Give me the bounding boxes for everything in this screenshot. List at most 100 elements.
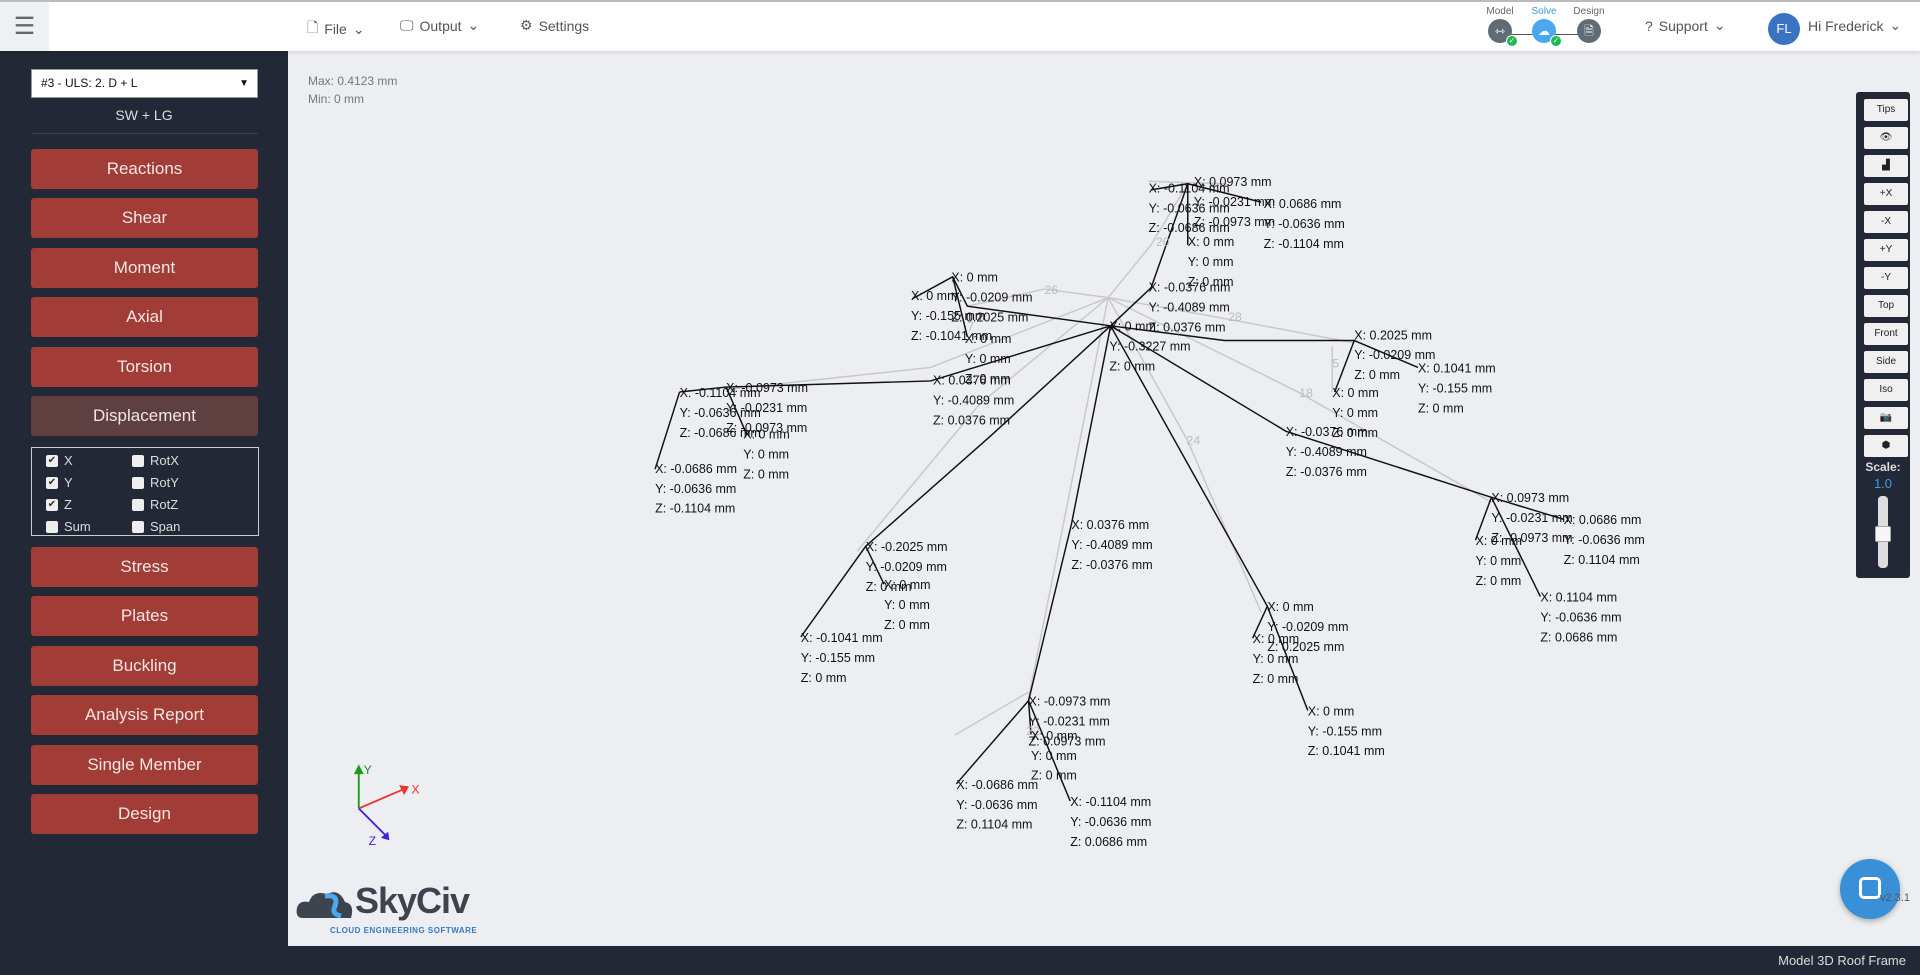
avatar[interactable]: FL (1768, 13, 1800, 45)
area-chart-icon[interactable]: ▟ (1864, 155, 1908, 177)
displacement-label: Y: -0.0209 mm (866, 560, 947, 574)
displacement-label: X: 0 mm (743, 428, 789, 442)
displacement-label: Y: 0 mm (1031, 749, 1077, 763)
displacement-label: Z: 0.0376 mm (933, 414, 1010, 428)
displacement-label: Z: 0.0686 mm (1540, 630, 1617, 644)
displacement-label: Z: 0.0376 mm (1149, 320, 1226, 334)
chevron-down-icon: ⌄ (352, 20, 365, 37)
eye-icon[interactable]: 👁 (1864, 127, 1908, 149)
displacement-label: Y: -0.155 mm (801, 651, 875, 665)
user-greeting: Hi Frederick (1808, 17, 1884, 34)
version-label: v2.3.1 (1880, 892, 1910, 904)
displacement-label: X: 0.0973 mm (1194, 175, 1272, 189)
member-number: 5 (1332, 356, 1339, 370)
displacement-label: Y: 0 mm (1188, 255, 1234, 269)
displacement-label: Z: 0.1041 mm (1308, 744, 1385, 758)
displacement-label: Y: -0.0231 mm (726, 401, 807, 415)
output-label: Output (419, 17, 462, 34)
displacement-label: Z: 0 mm (801, 671, 847, 685)
check-icon: ✓ (1550, 35, 1562, 47)
displacement-label: Z: 0.1104 mm (956, 818, 1032, 832)
x-axis-arrow (358, 789, 402, 810)
displacement-label: X: 0 mm (1476, 534, 1522, 548)
step-label: Design (1573, 6, 1605, 17)
displacement-label: X: 0.0376 mm (933, 374, 1011, 388)
displacement-label: X: 0.2025 mm (1354, 328, 1432, 342)
top-bar: ☰ 🗋 File ⌄ 🖵 Output ⌄ ⚙ Settings Model ⇿ ✓ Solv… (0, 0, 1920, 51)
chevron-down-icon: ⌄ (1889, 17, 1902, 33)
displacement-label: Y: 0 mm (884, 598, 930, 612)
file-menu[interactable]: 🗋 File ⌄ (307, 17, 365, 41)
displacement-label: X: -0.2025 mm (866, 540, 948, 554)
displacement-label: X: 0.1041 mm (1418, 361, 1496, 375)
displacement-label: Y: -0.0636 mm (1540, 610, 1621, 624)
displacement-label: X: -0.0686 mm (655, 462, 737, 476)
displacement-label: Y: 0 mm (965, 352, 1011, 366)
chat-button[interactable] (1840, 859, 1900, 919)
displacement-label: X: 0 mm (1332, 386, 1378, 400)
cube-icon[interactable]: ⬢ (1864, 435, 1908, 457)
displacement-label: X: 0.0376 mm (1071, 518, 1149, 532)
displacement-label: Z: 0 mm (1354, 368, 1400, 382)
3d-viewport[interactable]: 26281824202257X: -0.1104 mmY: -0.0636 mm… (0, 0, 1920, 975)
displacement-label: X: 0 mm (1267, 600, 1313, 614)
hamburger-menu-icon[interactable]: ☰ (0, 2, 49, 51)
view-button-plusminus-x[interactable]: +X (1864, 183, 1908, 205)
view-button-side[interactable]: Side (1864, 351, 1908, 373)
step-model[interactable]: Model ⇿ ✓ (1480, 6, 1520, 47)
file-icon: 🗋 (307, 19, 319, 35)
displacement-label: Z: 0 mm (1476, 574, 1522, 588)
displacement-label: Y: -0.0231 mm (1029, 714, 1110, 728)
tips-button[interactable]: Tips (1864, 99, 1908, 121)
support-menu[interactable]: ? Support ⌄ (1645, 17, 1726, 34)
scale-label: Scale: (1865, 460, 1901, 474)
displacement-label: X: -0.1104 mm (1070, 795, 1151, 809)
deformed-member[interactable] (951, 276, 969, 338)
displacement-label: Z: -0.1104 mm (655, 502, 735, 516)
step-solve[interactable]: Solve ☁ ✓ (1524, 6, 1564, 47)
view-button-plusminus-y[interactable]: +Y (1864, 239, 1908, 261)
view-button-top[interactable]: Top (1864, 295, 1908, 317)
displacement-label: X: 0.0686 mm (1564, 513, 1642, 527)
deformed-member[interactable] (654, 391, 681, 470)
monitor-icon: 🖵 (400, 17, 414, 33)
view-button-front[interactable]: Front (1864, 323, 1908, 345)
axis-label: X (411, 783, 419, 797)
view-button-iso[interactable]: Iso (1864, 379, 1908, 401)
displacement-label: X: 0.0686 mm (1264, 197, 1342, 211)
displacement-label: Z: 0 mm (1418, 401, 1464, 415)
displacement-label: Z: 0 mm (1253, 672, 1299, 686)
member-number: 26 (1044, 283, 1058, 297)
axis-label: Y (364, 763, 372, 777)
camera-icon[interactable]: 📷 (1864, 407, 1908, 429)
displacement-label: Z: 0.0686 mm (1070, 835, 1147, 849)
displacement-label: Z: 0.1104 mm (1564, 553, 1640, 567)
scale-slider[interactable] (1875, 496, 1891, 568)
displacement-label: Y: -0.0209 mm (951, 291, 1032, 305)
displacement-label: Y: -0.4089 mm (1286, 445, 1367, 459)
member-number: 18 (1299, 386, 1313, 400)
model-icon: ⇿ ✓ (1488, 19, 1518, 47)
view-button-minus-x[interactable]: -X (1864, 211, 1908, 233)
logo-cloud-icon (296, 892, 353, 919)
displacement-label: X: 0 mm (1031, 729, 1077, 743)
displacement-label: X: 0 mm (884, 578, 930, 592)
settings-label: Settings (538, 17, 590, 34)
displacement-label: X: 0.1104 mm (1540, 590, 1617, 604)
axis-label: Z (369, 834, 377, 848)
slider-handle[interactable] (1875, 526, 1891, 542)
user-menu[interactable]: Hi Frederick ⌄ (1808, 17, 1901, 34)
output-menu[interactable]: 🖵 Output ⌄ (400, 17, 479, 34)
step-label: Solve (1531, 6, 1557, 17)
settings-menu[interactable]: ⚙ Settings (520, 17, 589, 34)
footer-bar: Model 3D Roof Frame (288, 946, 1920, 975)
displacement-label: X: -0.0376 mm (1286, 425, 1368, 439)
displacement-label: Y: -0.0636 mm (956, 798, 1037, 812)
member-number: 24 (1187, 434, 1201, 448)
displacement-label: Z: -0.0376 mm (1071, 558, 1152, 572)
scale-value: 1.0 (1873, 476, 1893, 491)
step-design[interactable]: Design 🗎 (1569, 6, 1609, 43)
view-toolbar: Tips 👁 ▟ +X -X +Y -Y Top Front Side Iso 📷 ⬢ Sca… (1856, 92, 1910, 578)
displacement-label: Z: 0 mm (1109, 360, 1155, 374)
view-button-minus-y[interactable]: -Y (1864, 267, 1908, 289)
